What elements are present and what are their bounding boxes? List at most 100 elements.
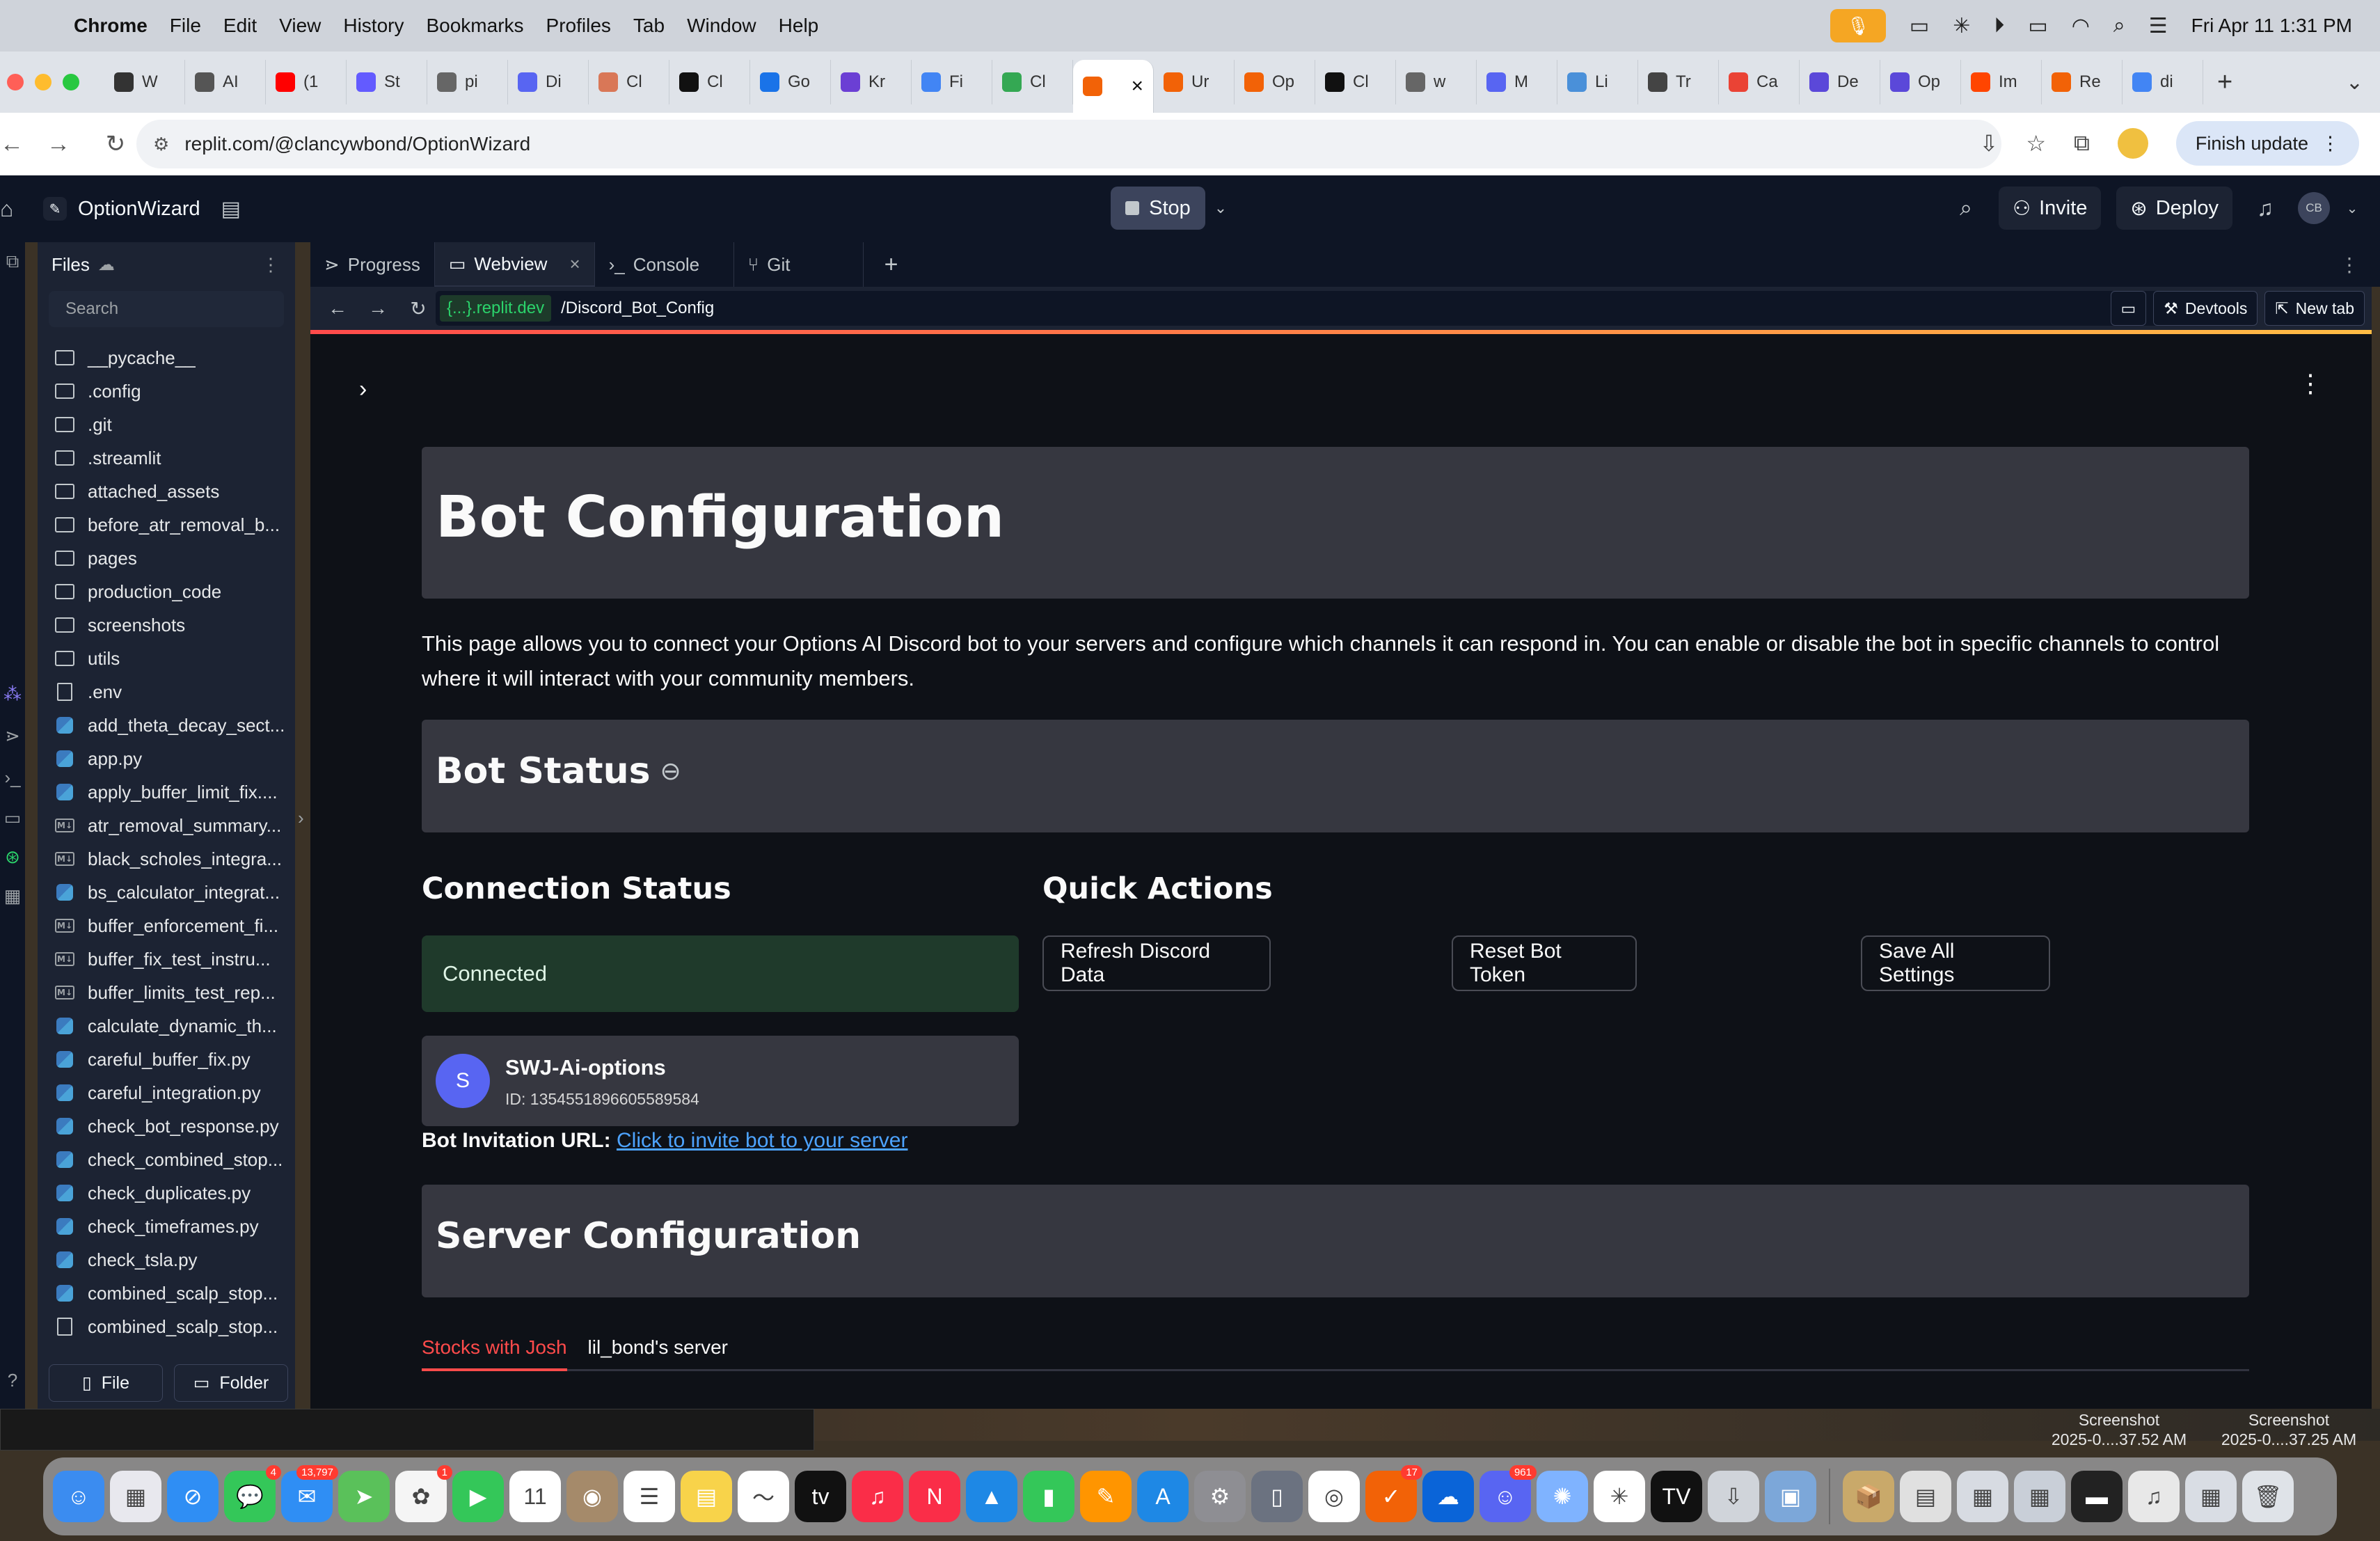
browser-tab[interactable]: Cl xyxy=(1315,60,1396,104)
help-icon[interactable]: ? xyxy=(0,1370,25,1391)
pages-icon[interactable]: ✎ xyxy=(1080,1471,1132,1522)
facetime-icon[interactable]: ▶ xyxy=(452,1471,504,1522)
menu-file[interactable]: File xyxy=(170,15,201,37)
browser-tab[interactable]: Ca xyxy=(1719,60,1800,104)
server-tab-lil-bond[interactable]: lil_bond's server xyxy=(588,1336,728,1371)
webview-path[interactable]: /Discord_Bot_Config xyxy=(561,299,714,318)
safari-icon[interactable]: ⊘ xyxy=(167,1471,219,1522)
anchor-link-icon[interactable]: ⊖ xyxy=(660,757,681,786)
battery-icon[interactable]: ▭ xyxy=(2028,14,2047,38)
home-icon[interactable]: ⌂ xyxy=(0,196,28,222)
search-files-icon[interactable]: ⧉ xyxy=(0,251,25,273)
pane-menu-icon[interactable]: ⋮ xyxy=(2340,253,2359,276)
folder-item[interactable]: pages xyxy=(38,542,295,575)
menu-app-name[interactable]: Chrome xyxy=(74,15,148,37)
menubar-clock[interactable]: Fri Apr 11 1:31 PM xyxy=(2191,15,2352,37)
folder-item[interactable]: attached_assets xyxy=(38,475,295,508)
browser-tab[interactable]: Cl xyxy=(669,60,750,104)
mail-icon[interactable]: ✉ 13,797 xyxy=(281,1465,338,1522)
menu-tab[interactable]: Tab xyxy=(633,15,665,37)
close-tab-icon[interactable]: × xyxy=(1131,74,1143,98)
music-icon[interactable]: ♫ xyxy=(852,1471,903,1522)
file-item[interactable]: M↓ buffer_fix_test_instru... xyxy=(38,942,295,976)
save-all-settings-button[interactable]: Save All Settings xyxy=(1861,935,2050,991)
menu-help[interactable]: Help xyxy=(779,15,819,37)
chatgpt-icon[interactable]: ✳ xyxy=(1594,1471,1645,1522)
close-window-button[interactable] xyxy=(7,74,24,90)
inbox-tray-icon[interactable]: ▭ xyxy=(1910,14,1929,38)
maps-icon[interactable]: ➤ xyxy=(338,1471,390,1522)
appstore-icon[interactable]: A xyxy=(1137,1471,1189,1522)
menu-history[interactable]: History xyxy=(343,15,404,37)
control-center-icon[interactable]: ☰ xyxy=(2149,14,2168,38)
document-stack-icon[interactable]: ▤ xyxy=(1900,1471,1951,1522)
invite-bot-link[interactable]: Click to invite bot to your server xyxy=(617,1129,908,1152)
wifi-icon[interactable]: ◠ xyxy=(2072,14,2090,38)
file-item[interactable]: check_combined_stop... xyxy=(38,1143,295,1176)
deploy-button[interactable]: ⊛ Deploy xyxy=(2116,187,2232,230)
browser-tab[interactable]: Tr xyxy=(1638,60,1719,104)
browser-tab[interactable]: (1 xyxy=(266,60,347,104)
file-item[interactable]: calculate_dynamic_th... xyxy=(38,1009,295,1043)
notifications-bell-icon[interactable]: ♫ xyxy=(2248,196,2283,221)
browser-tab[interactable]: Di xyxy=(508,60,589,104)
preview-icon[interactable]: ▣ xyxy=(1765,1471,1816,1522)
browser-tab[interactable]: Li xyxy=(1557,60,1638,104)
notes-icon[interactable]: ▤ xyxy=(681,1471,732,1522)
browser-tab[interactable]: pi xyxy=(427,60,508,104)
browser-tab[interactable]: Re xyxy=(2042,60,2123,104)
file-item[interactable]: combined_scalp_stop... xyxy=(38,1310,295,1343)
browser-tab[interactable]: Op xyxy=(1880,60,1961,104)
file-item[interactable]: M↓ atr_removal_summary... xyxy=(38,809,295,842)
invite-button[interactable]: ⚇ Invite xyxy=(1999,187,2102,230)
photos-icon[interactable]: ✿ 1 xyxy=(395,1465,452,1522)
file-item[interactable]: app.py xyxy=(38,742,295,775)
address-bar[interactable]: ⚙ replit.com/@clancywbond/OptionWizard xyxy=(136,120,2001,168)
project-info-icon[interactable]: ▤ xyxy=(221,197,241,221)
launchpad-icon[interactable]: ▦ xyxy=(110,1471,161,1522)
all-tools-icon[interactable]: ▦ xyxy=(0,885,25,907)
desktop-screenshot-file-2[interactable]: Screenshot 2025-0....37.25 AM xyxy=(2209,1410,2369,1449)
file-item[interactable]: add_theta_decay_sect... xyxy=(38,709,295,742)
stop-button[interactable]: Stop xyxy=(1111,187,1205,230)
finish-update-button[interactable]: Finish update ⋮ xyxy=(2175,121,2359,166)
address-url[interactable]: replit.com/@clancywbond/OptionWizard xyxy=(184,133,530,155)
menu-bookmarks[interactable]: Bookmarks xyxy=(426,15,523,37)
tab-webview[interactable]: ▭ Webview × xyxy=(434,242,595,287)
browser-tab[interactable]: St xyxy=(347,60,427,104)
browser-tab[interactable]: Cl xyxy=(589,60,669,104)
deployments-icon[interactable]: ⊛ xyxy=(0,846,25,868)
folder-item[interactable]: production_code xyxy=(38,575,295,608)
file-item[interactable]: careful_integration.py xyxy=(38,1076,295,1109)
browser-tab[interactable]: w xyxy=(1396,60,1477,104)
reminders-icon[interactable]: ☰ xyxy=(624,1471,675,1522)
spotlight-search-icon[interactable]: ⌕ xyxy=(2113,14,2125,38)
folder-item[interactable]: __pycache__ xyxy=(38,341,295,374)
file-item[interactable]: .env xyxy=(38,675,295,709)
finder-icon[interactable]: ☺ xyxy=(53,1471,104,1522)
device-preview-button[interactable]: ▭ xyxy=(2110,291,2147,326)
server-tab-stocks-with-josh[interactable]: Stocks with Josh xyxy=(422,1336,567,1371)
file-item[interactable]: check_duplicates.py xyxy=(38,1176,295,1210)
chrome-icon[interactable]: ◎ xyxy=(1308,1471,1360,1522)
background-window[interactable] xyxy=(0,1409,814,1451)
files-menu-icon[interactable]: ⋮ xyxy=(262,254,280,276)
file-item[interactable]: careful_buffer_fix.py xyxy=(38,1043,295,1076)
iphone-mirroring-icon[interactable]: ▯ xyxy=(1251,1471,1303,1522)
folder-item[interactable]: utils xyxy=(38,642,295,675)
minimize-window-button[interactable] xyxy=(35,74,51,90)
close-tab-icon[interactable]: × xyxy=(569,253,580,275)
installer-icon[interactable]: ⇩ xyxy=(1708,1471,1759,1522)
settings-icon[interactable]: ⚙ xyxy=(1194,1471,1246,1522)
new-tab-button[interactable]: ⇱ New tab xyxy=(2264,291,2365,326)
run-options-chevron-icon[interactable]: ⌄ xyxy=(1207,187,1235,230)
webview-forward-icon[interactable]: → xyxy=(365,297,391,319)
search-icon[interactable]: ⌕ xyxy=(1949,195,1983,221)
news-icon[interactable]: N xyxy=(909,1471,960,1522)
terminal-window-icon[interactable]: ▬ xyxy=(2071,1471,2123,1522)
file-item[interactable]: M↓ buffer_enforcement_fi... xyxy=(38,909,295,942)
folder-item[interactable]: before_atr_removal_b... xyxy=(38,508,295,542)
devtools-button[interactable]: ⚒ Devtools xyxy=(2153,291,2258,326)
app-menu-icon[interactable]: ⋮ xyxy=(2298,369,2323,398)
console-icon[interactable]: ›_ xyxy=(0,767,25,789)
